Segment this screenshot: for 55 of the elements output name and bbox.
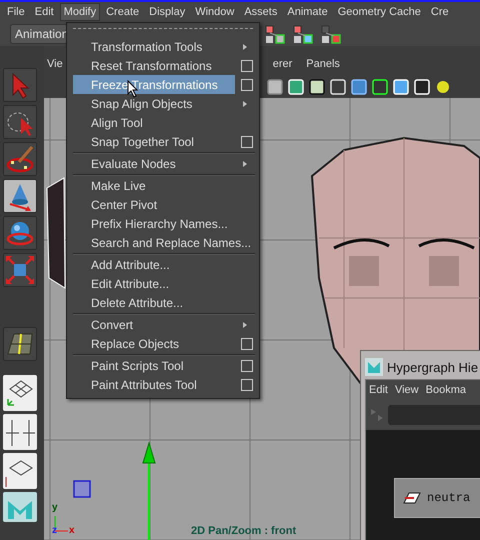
submenu-arrow-icon — [243, 44, 247, 50]
node-icon[interactable] — [292, 24, 314, 44]
menu-item[interactable]: Add Attribute... — [73, 255, 259, 274]
submenu-arrow-icon — [243, 322, 247, 328]
menu-item[interactable]: Window — [191, 3, 238, 21]
node-icon[interactable] — [320, 24, 342, 44]
menu-item[interactable]: Search and Replace Names... — [73, 233, 259, 252]
menu-item[interactable]: Create — [102, 3, 144, 21]
option-box-icon[interactable] — [241, 60, 253, 72]
menu-item[interactable]: Make Live — [73, 176, 259, 195]
menu-item[interactable]: Center Pivot — [73, 195, 259, 214]
submenu-arrow-icon — [243, 160, 247, 166]
option-box-icon[interactable] — [241, 378, 253, 390]
menu-item[interactable]: Align Tool — [73, 113, 259, 132]
menu-item[interactable]: Modify — [60, 3, 100, 21]
graph-node[interactable]: neutra — [394, 478, 480, 518]
option-box-icon[interactable] — [241, 78, 253, 90]
menu-item[interactable]: Snap Together Tool — [73, 132, 259, 151]
node-icon[interactable] — [264, 24, 286, 44]
menu-item[interactable]: Transformation Tools — [73, 37, 259, 56]
option-box-icon[interactable] — [241, 360, 253, 372]
menu-item[interactable]: Edit — [30, 3, 58, 21]
menu-item[interactable]: Bookma — [426, 384, 466, 396]
menu-item[interactable]: Prefix Hierarchy Names... — [73, 214, 259, 233]
menu-item[interactable]: Paint Scripts Tool — [73, 356, 259, 375]
menu-item[interactable]: Assets — [240, 3, 282, 21]
panel-menu-item[interactable]: Panels — [306, 58, 340, 70]
axis-label: z — [52, 525, 57, 536]
menu-item[interactable]: File — [3, 3, 29, 21]
node-label: neutra — [427, 491, 470, 505]
input-field[interactable] — [388, 405, 480, 425]
menu-item[interactable]: Delete Attribute... — [73, 293, 259, 312]
transform-node-icon — [403, 492, 421, 504]
menu-item[interactable]: Replace Objects — [73, 334, 259, 353]
window-title: Hypergraph Hie — [387, 360, 478, 374]
menu-item[interactable]: Edit — [369, 384, 388, 396]
axis-label: x — [69, 525, 75, 536]
menu-item[interactable]: Convert — [73, 315, 259, 334]
menu-item[interactable]: Paint Attributes Tool — [73, 375, 259, 394]
panel-menu-item[interactable]: Vie — [47, 58, 63, 70]
menu-item[interactable]: Evaluate Nodes — [73, 154, 259, 173]
menu-item[interactable]: Geometry Cache — [334, 3, 425, 21]
menu-item[interactable]: Animate — [283, 3, 332, 21]
menu-item[interactable]: Display — [145, 3, 190, 21]
square-marker — [73, 480, 91, 498]
option-box-icon[interactable] — [241, 136, 253, 148]
menu-item[interactable]: View — [394, 384, 419, 396]
panel-menu-item[interactable]: erer — [272, 58, 292, 70]
menu-item[interactable]: Edit Attribute... — [73, 274, 259, 293]
submenu-arrow-icon — [243, 100, 247, 106]
option-box-icon[interactable] — [241, 338, 253, 350]
axis-label: y — [52, 502, 58, 513]
menu-item[interactable]: Reset Transformations — [73, 56, 259, 75]
menu-item[interactable]: Cre — [426, 3, 453, 21]
viewport-status-label: 2D Pan/Zoom : front — [191, 525, 296, 537]
